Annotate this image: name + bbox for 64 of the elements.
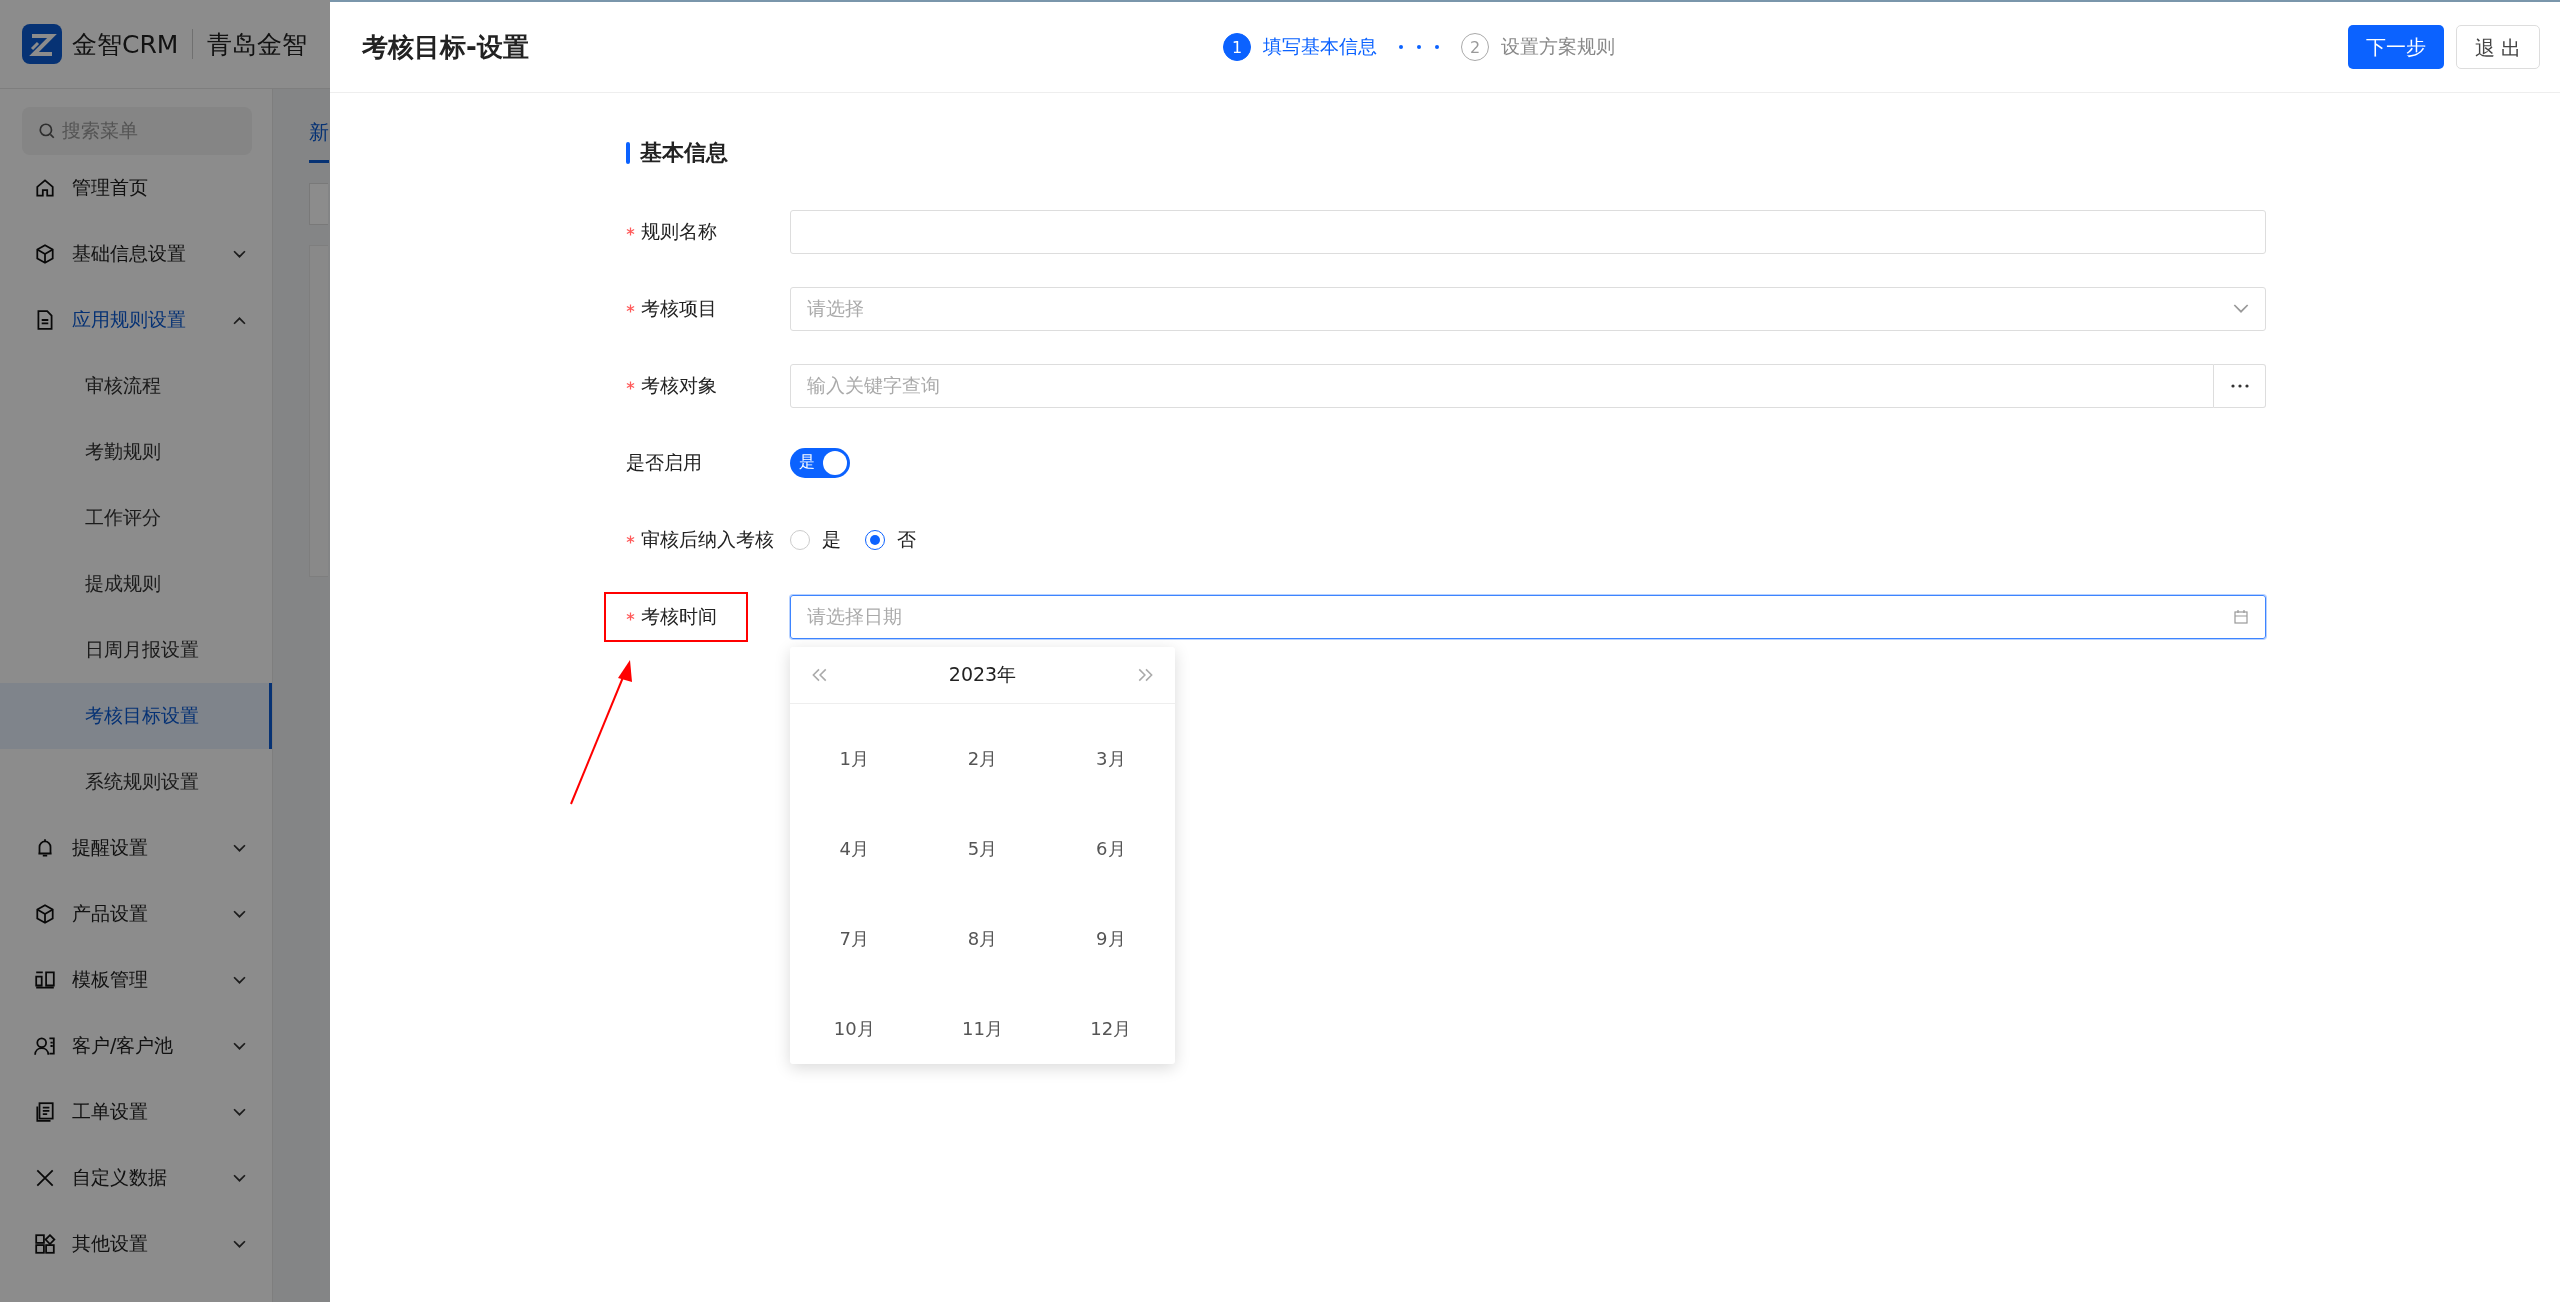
month-option[interactable]: 11月 — [962, 1016, 1003, 1041]
month-option[interactable]: 2月 — [967, 746, 998, 771]
menu-item[interactable]: 模板管理 — [0, 947, 272, 1013]
radio-label[interactable]: 否 — [897, 526, 916, 553]
field-label: 审核后纳入考核 — [641, 526, 774, 552]
month-option[interactable]: 7月 — [839, 926, 869, 951]
search-icon — [38, 122, 56, 140]
toggle-switch[interactable]: 是 — [790, 447, 850, 478]
step-label: 设置方案规则 — [1501, 34, 1615, 59]
book-icon — [34, 1101, 56, 1123]
submenu-item[interactable]: 系统规则设置 — [0, 749, 272, 815]
text-field[interactable] — [790, 209, 2266, 254]
month-option[interactable]: 1月 — [839, 746, 869, 771]
app-name: 金智CRM — [72, 28, 179, 61]
submenu-item[interactable]: 提成规则 — [0, 551, 272, 617]
menu-item[interactable]: 其他设置 — [0, 1211, 272, 1277]
month-option[interactable]: 9月 — [1096, 926, 1126, 951]
section-title: 基本信息 — [640, 139, 728, 167]
exit-button[interactable]: 退 出 — [2455, 25, 2540, 69]
menu-item[interactable]: 应用规则设置 — [0, 287, 272, 353]
step-connector-icon — [1399, 45, 1439, 49]
submenu-item[interactable]: 审核流程 — [0, 353, 272, 419]
user-icon — [34, 1035, 56, 1057]
submenu-item[interactable]: 工作评分 — [0, 485, 272, 551]
month-option[interactable]: 3月 — [1096, 746, 1126, 771]
submenu-item[interactable]: 考勤规则 — [0, 419, 272, 485]
cube-icon — [34, 903, 56, 925]
logo-icon — [22, 24, 62, 64]
home-icon — [34, 177, 56, 199]
company-name: 青岛金智 — [207, 28, 308, 61]
month-option[interactable]: 6月 — [1096, 836, 1126, 861]
field-label: 考核对象 — [641, 372, 717, 398]
field-label: 是否启用 — [626, 449, 702, 475]
more-button[interactable] — [2214, 363, 2266, 408]
grid-icon — [34, 1233, 56, 1255]
more-icon — [2229, 383, 2250, 388]
cube-icon — [34, 243, 56, 265]
step-label: 填写基本信息 — [1263, 34, 1377, 59]
previous-year-icon[interactable] — [810, 667, 828, 682]
radio-label[interactable]: 是 — [822, 526, 841, 553]
month-option[interactable]: 8月 — [967, 926, 998, 951]
month-option[interactable]: 12月 — [1090, 1016, 1132, 1041]
next-button[interactable]: 下一步 — [2347, 25, 2444, 69]
menu-item[interactable]: 基础信息设置 — [0, 221, 272, 287]
next-year-icon[interactable] — [1137, 667, 1155, 682]
field-label: 规则名称 — [641, 218, 717, 244]
month-option[interactable]: 5月 — [967, 836, 998, 861]
month-option[interactable]: 10月 — [833, 1016, 875, 1041]
menu-item[interactable]: 自定义数据 — [0, 1145, 272, 1211]
field-label: 考核时间 — [641, 603, 717, 629]
submenu-item[interactable]: 日周月报设置 — [0, 617, 272, 683]
menu-item[interactable]: 工单设置 — [0, 1079, 272, 1145]
menu-item[interactable]: 提醒设置 — [0, 815, 272, 881]
calendar-icon — [2233, 608, 2249, 625]
field-label: 考核项目 — [641, 295, 717, 321]
month-option[interactable]: 4月 — [839, 836, 869, 861]
layout-icon — [34, 969, 56, 991]
menu-item[interactable]: 产品设置 — [0, 881, 272, 947]
year-title: 2023年 — [948, 661, 1017, 687]
drawer-title: 考核目标-设置 — [362, 30, 529, 64]
menu-item[interactable]: 客户/客户池 — [0, 1013, 272, 1079]
submenu-item[interactable]: 考核目标设置 — [0, 683, 272, 749]
step-number: 1 — [1223, 33, 1251, 61]
menu-item[interactable]: 管理首页 — [0, 155, 272, 221]
